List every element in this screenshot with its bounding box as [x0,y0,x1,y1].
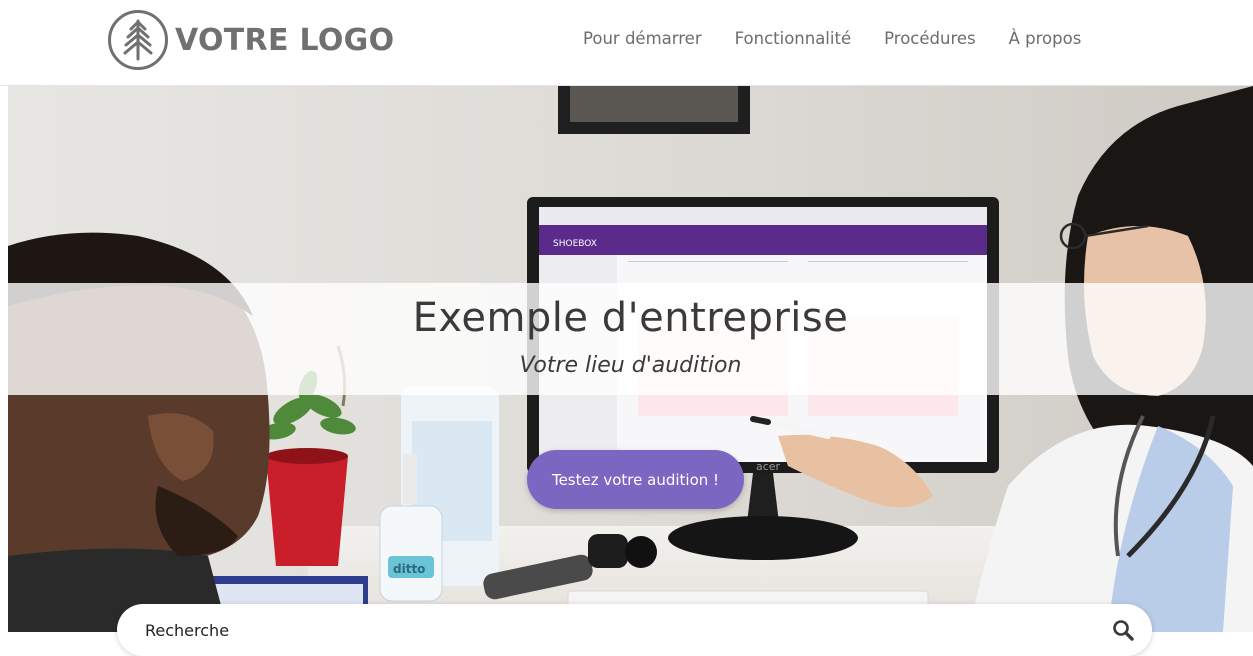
search-input[interactable] [145,614,1085,646]
site-header: VOTRE LOGO Pour démarrer Fonctionnalité … [0,0,1253,86]
hero-title: Exemple d'entreprise [412,295,849,341]
hero-subtitle: Votre lieu d'audition [519,353,742,378]
logo-link[interactable]: VOTRE LOGO [107,9,394,71]
main-nav: Pour démarrer Fonctionnalité Procédures … [583,29,1081,48]
nav-fonctionnalite[interactable]: Fonctionnalité [735,29,852,48]
monitor-app-name: SHOEBOX [553,239,597,249]
monitor-brand: acer [756,460,781,473]
hero-banner: SHOEBOX acer ditto Exemple d'entreprise … [8,86,1253,632]
search-bar [117,604,1152,656]
nav-procedures[interactable]: Procédures [884,29,976,48]
test-hearing-button[interactable]: Testez votre audition ! [527,450,744,509]
nav-a-propos[interactable]: À propos [1009,29,1082,48]
tree-icon [108,10,168,70]
search-icon[interactable] [1111,618,1135,642]
sanitizer-label: ditto [393,562,425,576]
nav-pour-demarrer[interactable]: Pour démarrer [583,29,702,48]
logo-text: VOTRE LOGO [175,22,395,58]
